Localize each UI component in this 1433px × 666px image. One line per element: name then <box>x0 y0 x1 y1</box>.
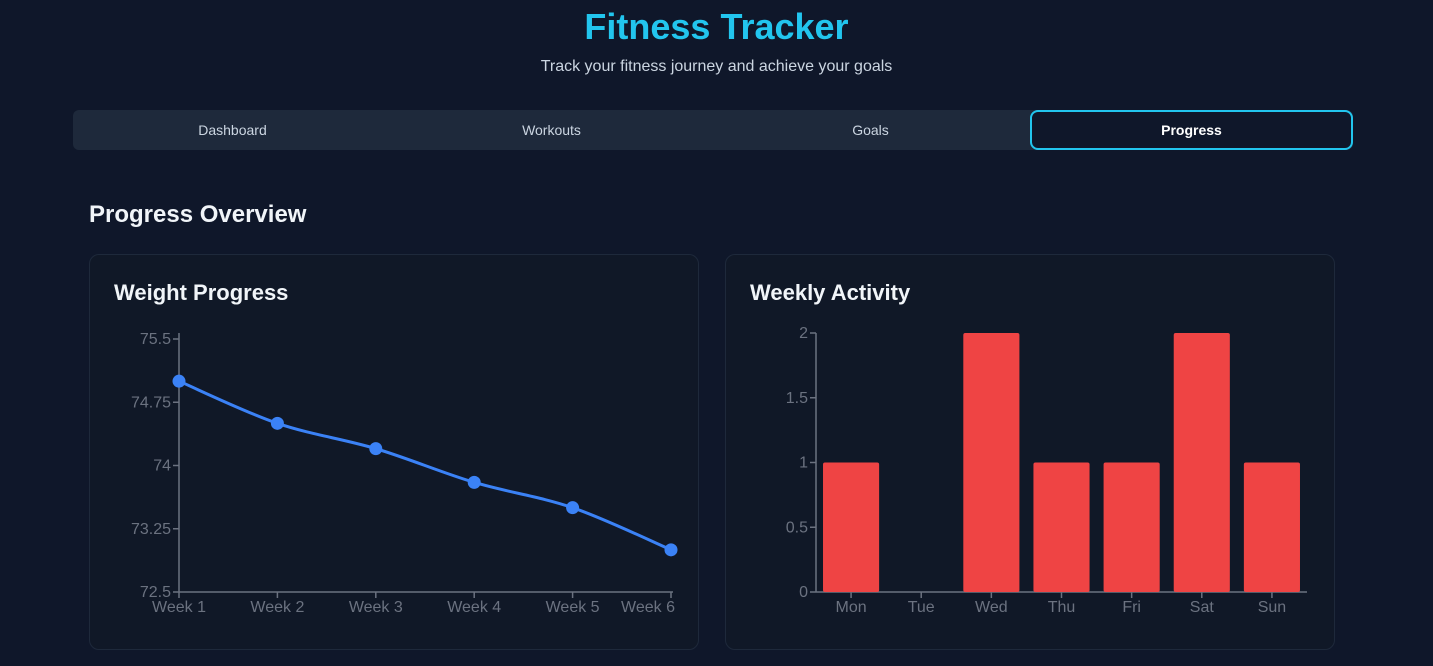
tab-workouts[interactable]: Workouts <box>392 110 711 150</box>
section-title: Progress Overview <box>89 201 307 228</box>
weight-data-point <box>664 543 678 557</box>
weight-progress-card: Weight Progress 72.5 73.25 74 74.75 75.5 Week… <box>89 254 699 650</box>
weight-data-point <box>369 442 383 456</box>
activity-bar <box>1033 462 1090 592</box>
x-tick-label: Week 4 <box>447 599 501 616</box>
y-tick-label: 0.5 <box>786 519 808 536</box>
y-tick-label: 0 <box>799 584 808 601</box>
x-tick-label: Week 6 <box>621 599 675 616</box>
weight-line-chart: 72.573.257474.7575.5Week 1 Week 2 Week 3 We… <box>131 331 678 616</box>
x-tick-label: Week 3 <box>349 599 403 616</box>
x-tick-label: Mon <box>836 599 867 616</box>
activity-bar <box>1243 462 1300 592</box>
x-tick-label: Tue <box>908 599 935 616</box>
y-tick-label: 1.5 <box>786 390 808 407</box>
tab-goals[interactable]: Goals <box>711 110 1030 150</box>
y-tick-label: 73.25 <box>131 521 171 538</box>
weight-data-point <box>467 475 481 489</box>
x-tick-label: Wed <box>975 599 1008 616</box>
tab-dashboard[interactable]: Dashboard <box>73 110 392 150</box>
activity-bar <box>963 333 1020 592</box>
x-tick-label: Sun <box>1258 599 1286 616</box>
y-tick-label: 1 <box>799 455 808 472</box>
tab-progress[interactable]: Progress <box>1030 110 1353 150</box>
activity-bar <box>1103 462 1160 592</box>
x-tick-label: Sat <box>1190 599 1215 616</box>
weight-data-point <box>566 501 580 515</box>
weekly-activity-card: Weekly Activity 0 0.5 1 1.5 2 Mon Tue Wed Thu Fri… <box>725 254 1335 650</box>
weight-data-point <box>172 374 186 388</box>
x-tick-label: Fri <box>1122 599 1141 616</box>
activity-bar <box>1173 333 1230 592</box>
y-tick-label: 74.75 <box>131 394 171 411</box>
tab-bar: Dashboard Workouts Goals Progress <box>73 110 1353 150</box>
fitness-tracker-app: Fitness Tracker Track your fitness journ… <box>0 0 1433 666</box>
weight-data-point <box>270 416 284 430</box>
app-subtitle: Track your fitness journey and achieve y… <box>540 58 893 75</box>
x-tick-label: Thu <box>1048 599 1076 616</box>
activity-bar <box>823 462 880 592</box>
x-tick-label: Week 2 <box>250 599 304 616</box>
x-tick-label: Week 5 <box>546 599 600 616</box>
y-tick-label: 75.5 <box>140 331 171 348</box>
activity-bar-chart: 0 0.5 1 1.5 2 Mon Tue Wed Thu Fri Sat Sun <box>786 325 1307 616</box>
app-title: Fitness Tracker <box>584 6 849 47</box>
y-tick-label: 2 <box>799 325 808 342</box>
y-tick-label: 74 <box>153 458 171 475</box>
x-tick-label: Week 1 <box>152 599 206 616</box>
weight-series-line <box>178 379 672 552</box>
